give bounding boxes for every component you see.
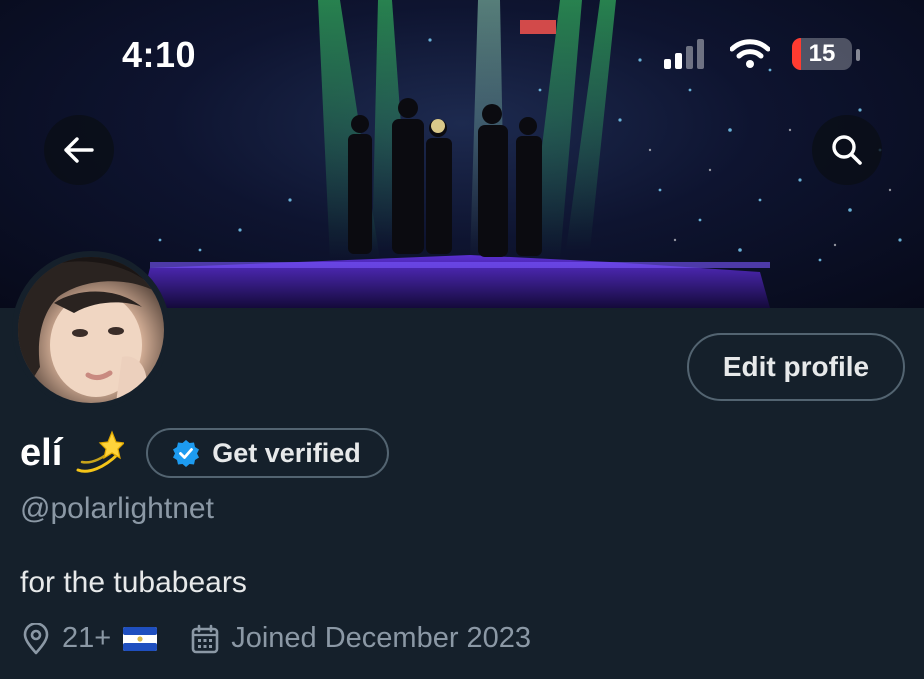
location-text: 21+ [62, 622, 112, 654]
name-row: elí Get verified [20, 428, 389, 478]
verified-badge-icon [173, 440, 200, 467]
location-item: 21+ [22, 622, 158, 655]
dizzy-star-emoji [76, 430, 125, 473]
edit-profile-button[interactable]: Edit profile [687, 333, 905, 401]
battery-nub-icon [856, 49, 860, 61]
search-button[interactable] [812, 115, 882, 185]
cellular-signal-icon [664, 39, 704, 69]
profile-banner[interactable]: 4:10 15 [0, 0, 924, 308]
search-icon [832, 135, 862, 165]
profile-bio: for the tubabears [20, 566, 247, 599]
profile-meta: 21+ Joined December 2023 [22, 622, 531, 655]
joined-item: Joined December 2023 [191, 622, 531, 655]
get-verified-button[interactable]: Get verified [146, 428, 389, 478]
el-salvador-flag [123, 626, 158, 651]
joined-date: Joined December 2023 [231, 622, 532, 654]
avatar-portrait [18, 257, 164, 403]
calendar-icon [191, 624, 219, 653]
status-time: 4:10 [122, 34, 197, 75]
arrow-left-icon [64, 137, 94, 163]
status-icons: 15 [664, 38, 852, 70]
profile-handle: @polarlightnet [20, 492, 214, 525]
battery-level: 15 [808, 40, 836, 67]
avatar-photo [18, 257, 164, 403]
profile-avatar[interactable] [12, 251, 170, 409]
back-button[interactable] [44, 115, 114, 185]
battery-icon: 15 [792, 38, 852, 70]
wifi-icon [730, 39, 770, 68]
location-pin-icon [23, 622, 49, 654]
display-name: elí [20, 431, 63, 474]
get-verified-label: Get verified [212, 437, 361, 468]
